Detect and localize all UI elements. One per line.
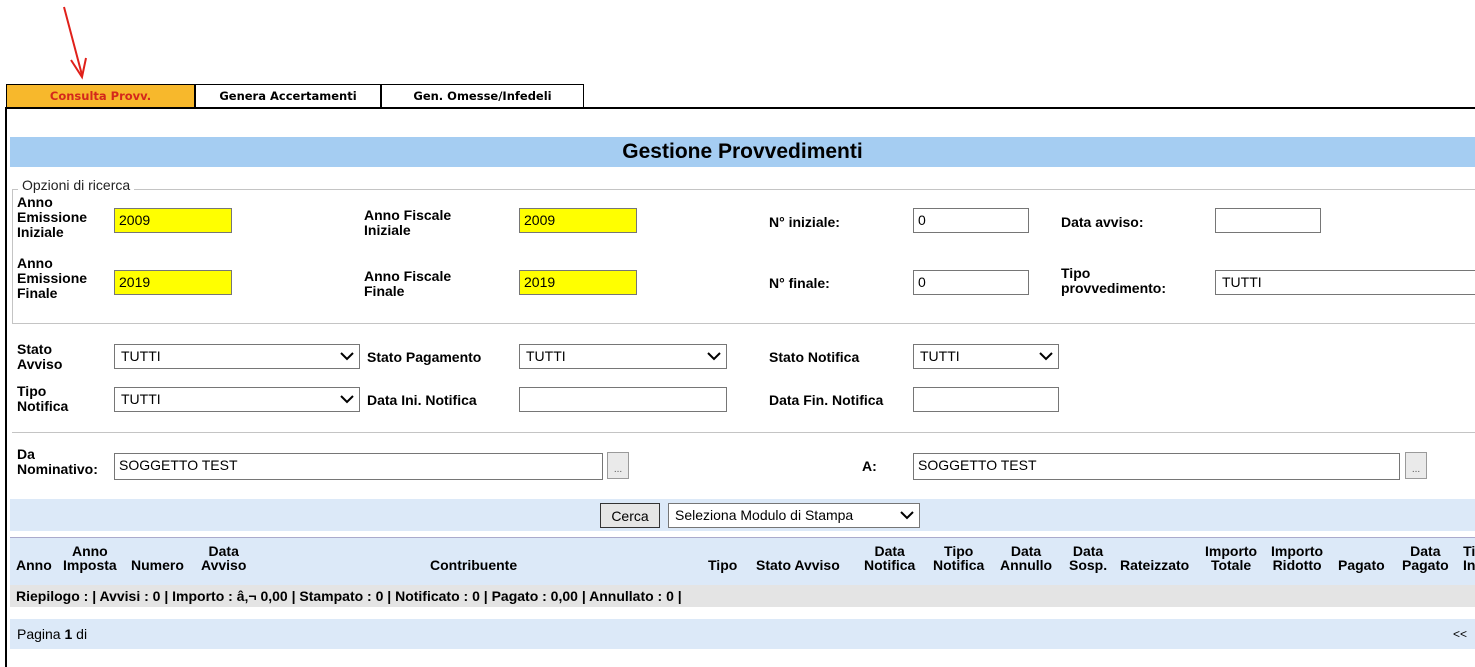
column-data-avviso[interactable]: Data Avviso — [201, 544, 246, 572]
data-fin-notifica-input[interactable] — [913, 387, 1059, 412]
anno-emissione-iniziale-label: Anno Emissione Iniziale — [17, 194, 88, 240]
column-tipo[interactable]: Tipo — [708, 558, 737, 572]
anno-fiscale-iniziale-input[interactable]: 2009 — [519, 208, 637, 233]
annotation-arrow-icon — [63, 6, 87, 80]
summary-row: Riepilogo : | Avvisi : 0 | Importo : â‚¬… — [10, 585, 1475, 607]
anno-emissione-iniziale-input[interactable]: 2009 — [114, 208, 232, 233]
n-iniziale-input[interactable]: 0 — [913, 208, 1029, 233]
data-fin-notifica-label: Data Fin. Notifica — [769, 392, 884, 408]
stato-pagamento-select[interactable]: TUTTI — [519, 344, 727, 369]
column-numero[interactable]: Numero — [131, 558, 184, 572]
divider — [12, 323, 1475, 324]
tipo-provvedimento-select[interactable]: TUTTI — [1215, 270, 1475, 295]
chevron-down-icon — [340, 395, 354, 404]
anno-emissione-finale-input[interactable]: 2019 — [114, 270, 232, 295]
data-avviso-label: Data avviso: — [1061, 214, 1144, 230]
anno-fiscale-finale-label: Anno Fiscale Finale — [364, 268, 452, 299]
stato-notifica-label: Stato Notifica — [769, 349, 860, 365]
column-contribuente[interactable]: Contribuente — [430, 558, 517, 572]
column-anno[interactable]: Anno — [16, 558, 52, 572]
print-module-select[interactable]: Seleziona Modulo di Stampa — [668, 503, 920, 528]
column-tipo-notifica[interactable]: Tipo Notifica — [933, 544, 984, 572]
column-data-sosp[interactable]: Data Sosp. — [1069, 544, 1107, 572]
pager: Pagina 1 di << — [10, 619, 1475, 649]
n-finale-input[interactable]: 0 — [913, 270, 1029, 295]
search-button[interactable]: Cerca — [600, 503, 660, 528]
a-nominativo-browse-button[interactable]: ... — [1405, 452, 1427, 479]
column-stato-avviso[interactable]: Stato Avviso — [756, 558, 840, 572]
anno-fiscale-finale-input[interactable]: 2019 — [519, 270, 637, 295]
column-pagato[interactable]: Pagato — [1338, 558, 1385, 572]
column-data-annullo[interactable]: Data Annullo — [1000, 544, 1052, 572]
data-ini-notifica-input[interactable] — [519, 387, 727, 412]
column-importo-ridotto[interactable]: Importo Ridotto — [1271, 544, 1323, 572]
chevron-down-icon — [707, 352, 721, 361]
a-nominativo-label: A: — [862, 458, 877, 474]
pager-prev-button[interactable]: << — [1453, 619, 1467, 649]
da-nominativo-browse-button[interactable]: ... — [607, 452, 629, 479]
tab-gen-omesse-infedeli[interactable]: Gen. Omesse/Infedeli — [381, 84, 584, 107]
pager-prefix: Pagina — [17, 626, 61, 642]
pager-current-page: 1 — [64, 626, 73, 642]
a-nominativo-input[interactable]: SOGGETTO TEST — [913, 453, 1400, 480]
tipo-notifica-label: Tipo Notifica — [17, 383, 69, 414]
tipo-notifica-select[interactable]: TUTTI — [114, 387, 360, 412]
pager-suffix: di — [76, 626, 88, 642]
chevron-down-icon — [900, 511, 914, 520]
tipo-provvedimento-label: Tipo provvedimento: — [1061, 265, 1167, 296]
stato-notifica-select[interactable]: TUTTI — [913, 344, 1059, 369]
column-ti[interactable]: Ti In — [1463, 544, 1475, 572]
divider — [12, 432, 1475, 433]
n-finale-label: N° finale: — [769, 275, 830, 291]
column-anno-imposta[interactable]: Anno Imposta — [63, 544, 117, 572]
tab-consulta-provv[interactable]: Consulta Provv. — [6, 84, 195, 107]
data-avviso-input[interactable] — [1215, 208, 1321, 233]
column-data-notifica[interactable]: Data Notifica — [864, 544, 915, 572]
da-nominativo-input[interactable]: SOGGETTO TEST — [114, 453, 603, 480]
anno-emissione-finale-label: Anno Emissione Finale — [17, 255, 88, 301]
stato-avviso-select[interactable]: TUTTI — [114, 344, 360, 369]
search-options-legend: Opzioni di ricerca — [18, 177, 135, 193]
n-iniziale-label: N° iniziale: — [769, 214, 840, 230]
column-importo-totale[interactable]: Importo Totale — [1205, 544, 1257, 572]
da-nominativo-label: Da Nominativo: — [17, 446, 98, 477]
page-title: Gestione Provvedimenti — [10, 137, 1475, 167]
column-rateizzato[interactable]: Rateizzato — [1120, 558, 1189, 572]
chevron-down-icon — [340, 352, 354, 361]
column-data-pagato[interactable]: Data Pagato — [1402, 544, 1449, 572]
stato-avviso-label: Stato Avviso — [17, 341, 63, 372]
tab-genera-accertamenti[interactable]: Genera Accertamenti — [195, 84, 381, 107]
chevron-down-icon — [1039, 352, 1053, 361]
anno-fiscale-iniziale-label: Anno Fiscale Iniziale — [364, 207, 452, 238]
data-ini-notifica-label: Data Ini. Notifica — [367, 392, 477, 408]
stato-pagamento-label: Stato Pagamento — [367, 349, 482, 365]
